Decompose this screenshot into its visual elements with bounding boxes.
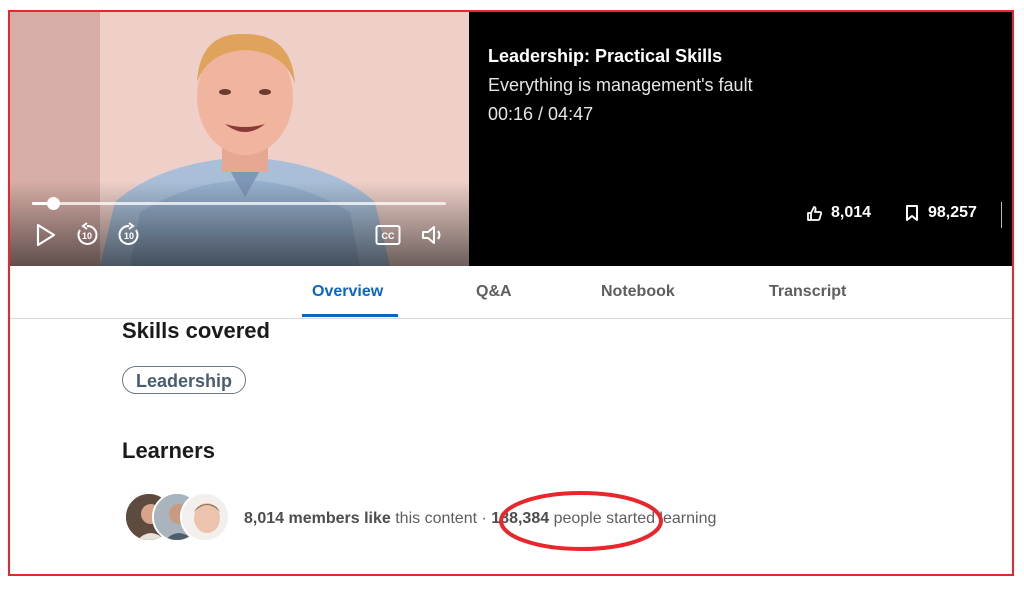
content-tabs: Overview Q&A Notebook Transcript — [10, 266, 1012, 319]
like-button[interactable]: 8,014 — [805, 204, 871, 222]
like-icon — [807, 206, 823, 221]
skill-pill-leadership[interactable]: Leadership — [122, 366, 247, 394]
members-like-count[interactable]: 8,014 members like — [244, 510, 391, 527]
forward-10-icon[interactable]: 10 — [116, 222, 142, 253]
save-count: 98,257 — [928, 204, 977, 221]
video-info-panel: Leadership: Practical Skills Everything … — [469, 12, 1012, 266]
learners-heading: Learners — [122, 438, 215, 463]
rewind-10-icon[interactable]: 10 — [74, 222, 100, 253]
progress-bar[interactable] — [32, 197, 446, 210]
svg-text:10: 10 — [124, 231, 134, 241]
tab-notebook[interactable]: Notebook — [601, 283, 675, 301]
video-title: Everything is management's fault — [488, 75, 753, 95]
active-tab-indicator — [302, 314, 398, 317]
course-title: Leadership: Practical Skills — [488, 46, 723, 66]
save-button[interactable]: 98,257 — [904, 204, 977, 222]
learner-avatars — [124, 492, 234, 544]
play-icon[interactable] — [34, 222, 58, 253]
separator-dot: · — [481, 510, 487, 527]
like-count: 8,014 — [831, 204, 872, 221]
highlight-ellipse — [499, 491, 663, 551]
volume-icon[interactable] — [420, 224, 446, 251]
svg-text:CC: CC — [382, 231, 395, 241]
tab-qa[interactable]: Q&A — [476, 283, 512, 301]
members-like-suffix: this content — [395, 510, 478, 527]
bookmark-icon — [906, 205, 918, 221]
video-time: 00:16 / 04:47 — [488, 104, 594, 124]
cc-icon[interactable]: CC — [375, 224, 401, 251]
svg-text:10: 10 — [82, 231, 92, 241]
tab-overview[interactable]: Overview — [312, 283, 383, 301]
skills-heading: Skills covered — [122, 318, 270, 343]
progress-knob[interactable] — [46, 197, 60, 210]
avatar — [180, 492, 230, 542]
divider — [1001, 202, 1002, 228]
video-player[interactable]: 10 10 CC — [10, 12, 469, 266]
tab-transcript[interactable]: Transcript — [769, 283, 846, 301]
